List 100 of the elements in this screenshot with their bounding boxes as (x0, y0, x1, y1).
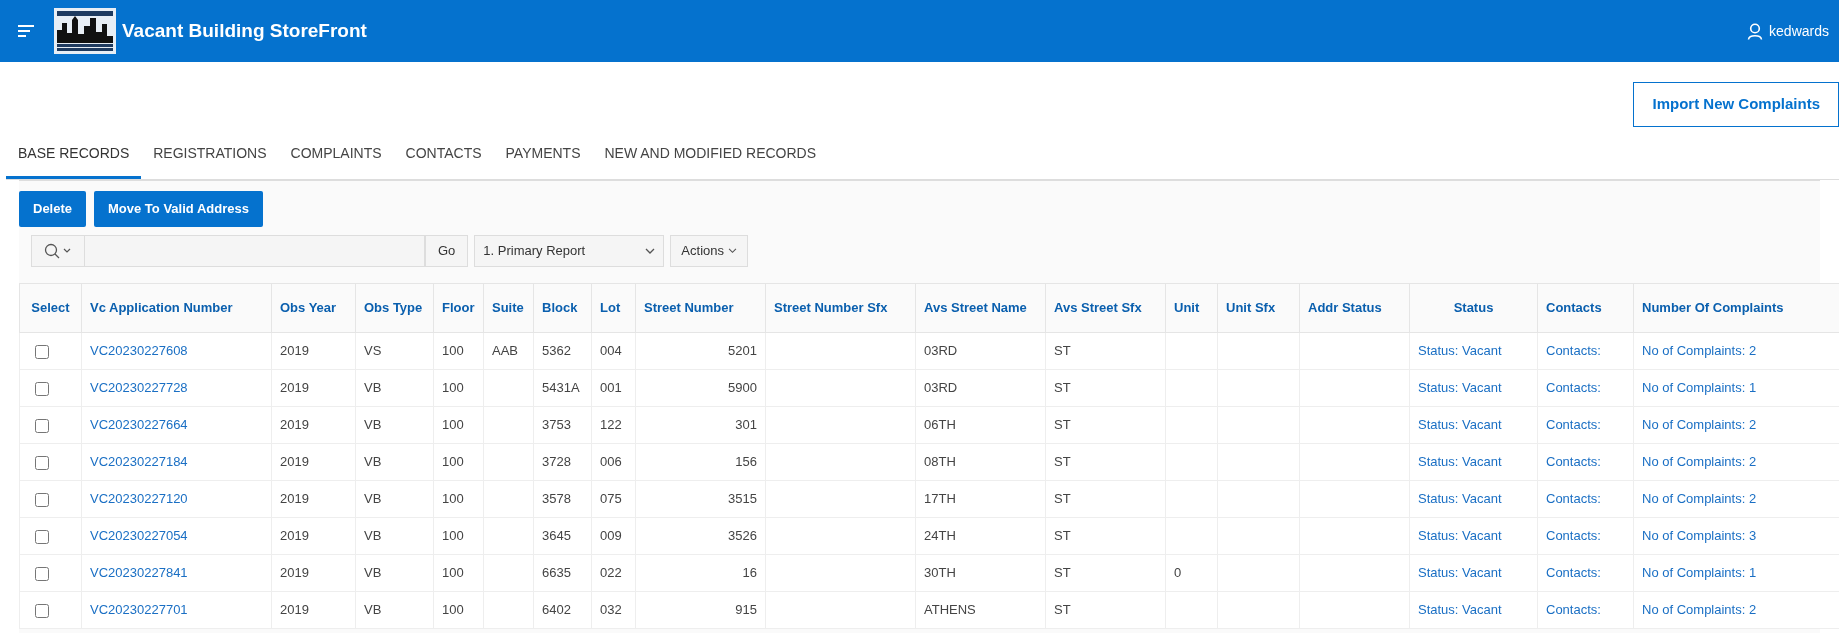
column-header[interactable]: Obs Year (271, 283, 356, 333)
chevron-icon (728, 248, 737, 254)
tab[interactable]: NEW AND MODIFIED RECORDS (592, 139, 829, 179)
table-cell: 06TH (924, 417, 956, 433)
table-cell: VB (364, 491, 382, 507)
table-cell: 16 (742, 565, 757, 581)
table-cell: 2019 (280, 602, 309, 618)
row-checkbox[interactable] (35, 529, 49, 544)
table-cell: 30TH (924, 565, 956, 581)
tab[interactable]: CONTACTS (393, 139, 494, 179)
table-cell: 100 (442, 417, 464, 433)
table-cell: 3645 (542, 528, 571, 544)
menu-icon[interactable] (18, 24, 36, 38)
table-cell: 08TH (924, 454, 956, 470)
table-cell: 3728 (542, 454, 571, 470)
column-header[interactable]: Obs Type (355, 283, 434, 333)
table-cell: 2019 (280, 454, 309, 470)
search-icon[interactable] (44, 243, 72, 259)
column-header[interactable]: Block (533, 283, 592, 333)
row-checkbox[interactable] (35, 492, 49, 507)
table-cell: VS (364, 343, 382, 359)
table-cell: ST (1054, 528, 1071, 544)
table-cell: 2019 (280, 528, 309, 544)
table-cell: 2019 (280, 417, 309, 433)
column-header[interactable]: Unit (1165, 283, 1218, 333)
column-header[interactable]: Street Number (635, 283, 766, 333)
column-header[interactable]: Status (1409, 283, 1538, 333)
table-cell: 100 (442, 454, 464, 470)
table-cell: VB (364, 454, 382, 470)
table-cell: VB (364, 565, 382, 581)
table-cell: 03RD (924, 343, 958, 359)
app-title: Vacant Building StoreFront (122, 18, 367, 43)
column-header[interactable]: Addr Status (1299, 283, 1410, 333)
table-cell: ST (1054, 565, 1071, 581)
column-header[interactable]: Number Of Complaints (1633, 283, 1839, 333)
table-cell: 03RD (924, 380, 958, 396)
row-checkbox[interactable] (35, 418, 49, 433)
table-cell: 0 (1174, 565, 1182, 581)
go-button[interactable]: Go (425, 235, 469, 267)
table-cell: 2019 (280, 565, 309, 581)
table-cell: 009 (600, 528, 622, 544)
table-cell: 6635 (542, 565, 571, 581)
column-header[interactable]: Street Number Sfx (765, 283, 916, 333)
table-cell: ST (1054, 343, 1071, 359)
tab[interactable]: PAYMENTS (493, 139, 593, 179)
table-cell: AAB (492, 343, 518, 359)
table-cell: 100 (442, 528, 464, 544)
row-checkbox[interactable] (35, 566, 49, 581)
table-cell: 5900 (728, 380, 757, 396)
table-cell: VB (364, 528, 382, 544)
table-cell: 075 (600, 491, 622, 507)
column-header[interactable]: Select (19, 283, 82, 333)
table-cell: 2019 (280, 380, 309, 396)
table-cell: ST (1054, 602, 1071, 618)
column-header[interactable]: Lot (591, 283, 636, 333)
table-cell: 001 (600, 380, 622, 396)
table-cell: VB (364, 417, 382, 433)
column-header[interactable]: Contacts (1537, 283, 1634, 333)
action-button[interactable]: Move To Valid Address (94, 191, 263, 227)
column-header[interactable]: Avs Street Sfx (1045, 283, 1166, 333)
table-cell: 004 (600, 343, 622, 359)
column-header[interactable]: Avs Street Name (915, 283, 1046, 333)
table-cell: 24TH (924, 528, 956, 544)
column-header[interactable]: Suite (483, 283, 534, 333)
table-cell: 022 (600, 565, 622, 581)
table-cell: 2019 (280, 491, 309, 507)
tab[interactable]: REGISTRATIONS (141, 139, 279, 179)
chevron-icon (645, 247, 656, 255)
tab[interactable]: COMPLAINTS (278, 139, 394, 179)
table-cell: 301 (735, 417, 757, 433)
row-checkbox[interactable] (35, 381, 49, 396)
table-cell: VB (364, 380, 382, 396)
table-cell: ST (1054, 454, 1071, 470)
row-checkbox[interactable] (35, 455, 49, 470)
table-cell: 3526 (728, 528, 757, 544)
column-header[interactable]: Vc Application Number (81, 283, 272, 333)
row-checkbox[interactable] (35, 344, 49, 359)
search-field[interactable] (31, 235, 425, 267)
table-cell: 3515 (728, 491, 757, 507)
import-new-complaints-button[interactable]: Import New Complaints (1633, 82, 1839, 127)
table-cell: VB (364, 602, 382, 618)
table-cell: 100 (442, 343, 464, 359)
table-cell: 5201 (728, 343, 757, 359)
table-cell: 122 (600, 417, 622, 433)
table-cell: ST (1054, 491, 1071, 507)
column-header[interactable]: Floor (433, 283, 484, 333)
table-cell: 100 (442, 602, 464, 618)
row-checkbox[interactable] (35, 603, 49, 618)
actions-menu-button[interactable]: Actions (670, 235, 748, 267)
table-cell: 100 (442, 380, 464, 396)
user-icon (1747, 22, 1764, 40)
action-button[interactable]: Delete (19, 191, 87, 227)
table-cell: 915 (735, 602, 757, 618)
column-header[interactable]: Unit Sfx (1217, 283, 1300, 333)
table-cell: ST (1054, 380, 1071, 396)
table-cell: 006 (600, 454, 622, 470)
username[interactable]: kedwards (1769, 20, 1829, 42)
report-select[interactable]: 1. Primary Report (474, 235, 665, 267)
table-cell: 6402 (542, 602, 571, 618)
table-cell: ST (1054, 417, 1071, 433)
